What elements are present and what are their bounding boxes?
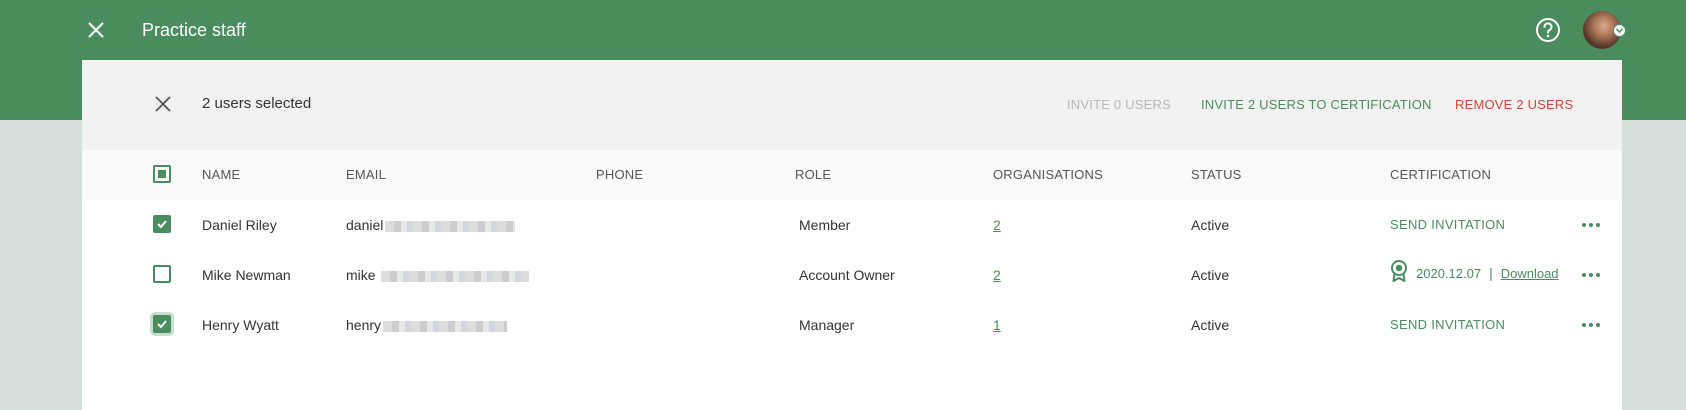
user-name: Mike Newman bbox=[202, 267, 291, 283]
certificate-badge-icon bbox=[1390, 260, 1408, 286]
more-options-icon[interactable] bbox=[1582, 221, 1602, 229]
user-email: daniel bbox=[346, 216, 516, 234]
send-invitation-button[interactable]: SEND INVITATION bbox=[1390, 216, 1505, 234]
user-email: henry bbox=[346, 316, 508, 334]
clear-selection-icon[interactable] bbox=[152, 93, 174, 115]
selection-count: 2 users selected bbox=[202, 95, 312, 112]
table-header: NAME EMAIL PHONE ROLE ORGANISATIONS STAT… bbox=[82, 150, 1622, 200]
staff-panel: 2 users selected INVITE 0 USERS INVITE 2… bbox=[82, 60, 1622, 410]
user-name: Henry Wyatt bbox=[202, 317, 279, 333]
chevron-down-icon[interactable] bbox=[1613, 24, 1626, 37]
certification-info: 2020.12.07 | Download bbox=[1390, 260, 1559, 286]
email-redacted bbox=[381, 270, 530, 282]
column-header-name[interactable]: NAME bbox=[202, 167, 240, 183]
column-header-phone[interactable]: PHONE bbox=[596, 167, 643, 183]
user-status: Active bbox=[1191, 217, 1230, 233]
table-row: Mike Newman mike Account Owner 2 Active … bbox=[82, 250, 1622, 300]
email-visible-part: daniel bbox=[346, 217, 384, 233]
organisations-link[interactable]: 2 bbox=[993, 216, 1001, 234]
column-header-role[interactable]: ROLE bbox=[795, 167, 831, 183]
organisations-link[interactable]: 1 bbox=[993, 316, 1001, 334]
separator: | bbox=[1489, 265, 1493, 282]
remove-users-button[interactable]: REMOVE 2 USERS bbox=[1455, 96, 1573, 114]
user-role: Account Owner bbox=[799, 267, 895, 283]
certification-date: 2020.12.07 bbox=[1416, 266, 1482, 282]
table-row: Henry Wyatt henry Manager 1 Active SEND … bbox=[82, 300, 1622, 350]
user-name: Daniel Riley bbox=[202, 217, 277, 233]
row-checkbox[interactable] bbox=[153, 265, 171, 283]
select-all-checkbox[interactable] bbox=[153, 165, 171, 183]
column-header-organisations[interactable]: ORGANISATIONS bbox=[993, 167, 1103, 183]
column-header-email[interactable]: EMAIL bbox=[346, 167, 386, 183]
table-row: Daniel Riley daniel Member 2 Active SEND… bbox=[82, 200, 1622, 250]
column-header-certification[interactable]: CERTIFICATION bbox=[1390, 167, 1491, 183]
user-status: Active bbox=[1191, 267, 1230, 283]
user-role: Manager bbox=[799, 317, 855, 333]
row-checkbox[interactable] bbox=[153, 215, 171, 233]
row-checkbox[interactable] bbox=[153, 315, 171, 333]
email-visible-part: henry bbox=[346, 317, 382, 333]
user-email: mike bbox=[346, 266, 530, 284]
more-options-icon[interactable] bbox=[1582, 321, 1602, 329]
invite-users-button[interactable]: INVITE 0 USERS bbox=[1067, 96, 1171, 114]
email-redacted bbox=[385, 220, 516, 232]
email-redacted bbox=[383, 320, 508, 332]
help-circle-icon[interactable] bbox=[1535, 17, 1561, 43]
download-certificate-link[interactable]: Download bbox=[1501, 266, 1559, 281]
selection-toolbar: 2 users selected INVITE 0 USERS INVITE 2… bbox=[82, 60, 1622, 150]
organisations-link[interactable]: 2 bbox=[993, 266, 1001, 284]
send-invitation-button[interactable]: SEND INVITATION bbox=[1390, 316, 1505, 334]
column-header-status[interactable]: STATUS bbox=[1191, 167, 1242, 183]
invite-certification-button[interactable]: INVITE 2 USERS TO CERTIFICATION bbox=[1201, 96, 1432, 114]
close-icon[interactable] bbox=[84, 18, 108, 42]
page-title: Practice staff bbox=[142, 20, 246, 40]
email-visible-part: mike bbox=[346, 267, 376, 283]
user-status: Active bbox=[1191, 317, 1230, 333]
more-options-icon[interactable] bbox=[1582, 271, 1602, 279]
user-role: Member bbox=[799, 217, 851, 233]
